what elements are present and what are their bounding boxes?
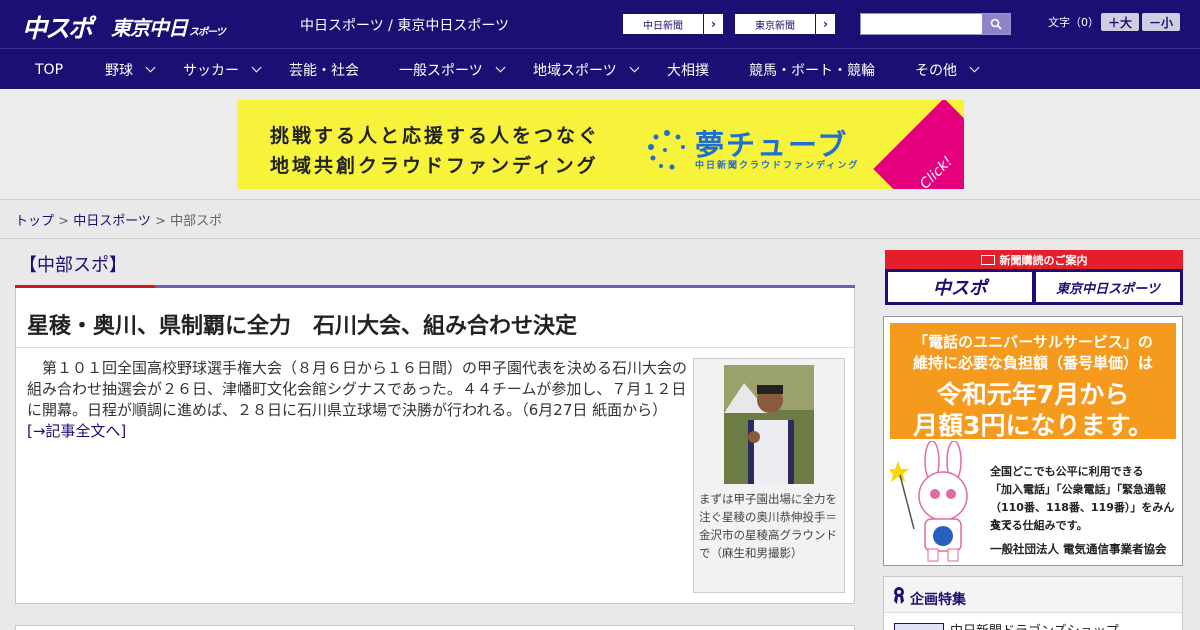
nav-item-racing[interactable]: 競馬・ボート・競輪 (749, 49, 875, 90)
chevron-down-icon (629, 62, 640, 73)
article-lead: 第１０１回全国高校野球選手権大会（８月６日から１６日間）の甲子園代表を決める石川… (27, 359, 688, 419)
ext-link-label: 中日新聞 (643, 20, 683, 32)
nav-label: 芸能・社会 (289, 62, 359, 79)
subscription-head: 新聞購読のご案内 (885, 250, 1183, 269)
nav-label: 一般スポーツ (399, 62, 483, 79)
banner-area: 挑戦する人と応援する人をつなぐ 地域共創クラウドファンディング 夢チューブ 中日… (0, 89, 1200, 200)
ext-link-label: 東京新聞 (755, 20, 795, 32)
nav-label: 競馬・ボート・競輪 (749, 62, 875, 79)
banner-line2: 地域共創クラウドファンディング (270, 155, 599, 177)
breadcrumb-separator: > (150, 214, 171, 229)
font-larger-button[interactable]: ＋大 (1101, 13, 1139, 31)
section-title: 【中部スポ】 (19, 255, 127, 276)
nav-label: その他 (915, 62, 957, 79)
banner-brand-sub: 中日新聞クラウドファンディング (695, 161, 860, 171)
tokyo-shimbun-link[interactable]: 東京新聞 › (734, 13, 836, 35)
search-icon (990, 18, 1002, 30)
feature-title: 企画特集 (910, 592, 966, 608)
click-corner (873, 100, 964, 189)
chevron-down-icon (251, 62, 262, 73)
ad-line4: 月額3円になります。 (913, 411, 1153, 440)
breadcrumb: トップ > 中日スポーツ > 中部スポ (15, 210, 222, 229)
ad-organization: 一般社団法人 電気通信事業者協会 (990, 542, 1167, 556)
dots-logo-icon (648, 130, 685, 170)
nav-item-general-sports[interactable]: 一般スポーツ (399, 49, 506, 90)
rabbit-mascot-icon (890, 441, 968, 562)
photo-box: まずは甲子園出場に全力を注ぐ星稜の奥川恭伸投手＝金沢市の星稜高グラウンドで（麻生… (693, 358, 845, 593)
next-article-card (15, 625, 855, 630)
chevron-down-icon (495, 62, 506, 73)
article-photo[interactable] (724, 365, 814, 484)
feature-item-link[interactable]: 中日新聞ドラゴンズショップ (950, 620, 1119, 630)
nav-label: 野球 (105, 62, 133, 79)
chevron-right-icon: › (703, 14, 723, 34)
feature-box: 企画特集 中日新聞ドラゴンズショップ (883, 576, 1183, 630)
nav-item-top[interactable]: TOP (35, 49, 63, 90)
ad-text-line2: 「加入電話」「公衆電話」「緊急通報 (990, 483, 1166, 496)
chevron-down-icon (145, 62, 156, 73)
chevron-right-icon: › (815, 14, 835, 34)
breadcrumb-current: 中部スポ (170, 214, 223, 229)
subscription-title: 新聞購読のご案内 (999, 253, 1088, 267)
player-photo-icon (724, 365, 814, 484)
subscription-box: 新聞購読のご案内 中スポ 東京中日スポーツ (885, 250, 1183, 305)
main-content: 【中部スポ】 星稜・奥川、県制覇に全力 石川大会、組み合わせ決定 第１０１回全国… (15, 245, 855, 630)
universal-service-ad[interactable]: 「電話のユニバーサルサービス」の 維持に必要な負担額（番号単価）は 令和元年7月… (883, 316, 1183, 566)
article-body: 第１０１回全国高校野球選手権大会（８月６日から１６日間）の甲子園代表を決める石川… (27, 358, 687, 442)
nav-label: サッカー (183, 62, 239, 79)
nav-item-entertainment[interactable]: 芸能・社会 (289, 49, 359, 90)
breadcrumb-top[interactable]: トップ (15, 214, 54, 229)
site-name-link[interactable]: 中日スポーツ / 東京中日スポーツ (300, 15, 509, 35)
nav-item-local-sports[interactable]: 地域スポーツ (533, 49, 640, 90)
ad-text-line1: 全国どこでも公平に利用できる (990, 465, 1144, 478)
nav-label: 地域スポーツ (533, 62, 617, 79)
search-input[interactable] (861, 14, 983, 34)
nav-label: 大相撲 (667, 62, 709, 79)
tokyo-logo-small: スポーツ (189, 27, 226, 38)
divider (16, 347, 854, 348)
nav-item-sumo[interactable]: 大相撲 (667, 49, 709, 90)
chunichi-shimbun-link[interactable]: 中日新聞 › (622, 13, 724, 35)
nav-item-baseball[interactable]: 野球 (105, 49, 156, 90)
article-card: 星稜・奥川、県制覇に全力 石川大会、組み合わせ決定 第１０１回全国高校野球選手権… (15, 288, 855, 604)
search-box (860, 13, 1011, 35)
banner-line1: 挑戦する人と応援する人をつなぐ (270, 125, 601, 147)
nav-label: TOP (35, 61, 64, 78)
ad-line2: 維持に必要な負担額（番号単価）は (912, 354, 1153, 372)
ribbon-icon (894, 587, 904, 604)
crowdfunding-banner[interactable]: 挑戦する人と応援する人をつなぐ 地域共創クラウドファンディング 夢チューブ 中日… (237, 100, 964, 189)
ad-headline-panel: 「電話のユニバーサルサービス」の 維持に必要な負担額（番号単価）は 令和元年7月… (890, 323, 1176, 440)
read-more-link[interactable]: [→記事全文へ] (27, 422, 126, 440)
nav-item-other[interactable]: その他 (915, 49, 980, 90)
font-size-label: 文字（0） (1048, 16, 1099, 29)
search-button[interactable] (982, 14, 1010, 34)
feature-head: 企画特集 (884, 577, 1182, 613)
photo-caption: まずは甲子園出場に全力を注ぐ星稜の奥川恭伸投手＝金沢市の星稜高グラウンドで（麻生… (699, 492, 837, 560)
subscribe-tokyo-chunichi-button[interactable]: 東京中日スポーツ (1036, 272, 1180, 302)
subscribe-chuspo-button[interactable]: 中スポ (888, 272, 1032, 302)
feature-thumbnail[interactable] (894, 623, 944, 630)
nav-item-soccer[interactable]: サッカー (183, 49, 262, 90)
tokyo-logo-main: 東京中日 (111, 16, 188, 40)
newspaper-icon (980, 254, 995, 265)
main-nav: TOP 野球 サッカー 芸能・社会 一般スポーツ 地域スポーツ 大相撲 競馬・ボ… (0, 48, 1200, 89)
chuspo-logo[interactable]: 中スポ (22, 9, 93, 45)
font-smaller-button[interactable]: －小 (1142, 13, 1180, 31)
ad-text-line4: 支える仕組みです。 (990, 519, 1088, 532)
breadcrumb-chunichi-sports[interactable]: 中日スポーツ (73, 214, 151, 229)
ad-line1: 「電話のユニバーサルサービス」の (913, 333, 1153, 351)
divider (0, 238, 1200, 239)
breadcrumb-separator: > (54, 214, 74, 229)
article-title[interactable]: 星稜・奥川、県制覇に全力 石川大会、組み合わせ決定 (27, 308, 577, 340)
top-header: 中スポ 東京中日 スポーツ 中日スポーツ / 東京中日スポーツ 中日新聞 › 東京… (0, 0, 1200, 48)
chevron-down-icon (969, 62, 980, 73)
tokyo-chunichi-logo[interactable]: 東京中日 スポーツ (111, 12, 226, 41)
